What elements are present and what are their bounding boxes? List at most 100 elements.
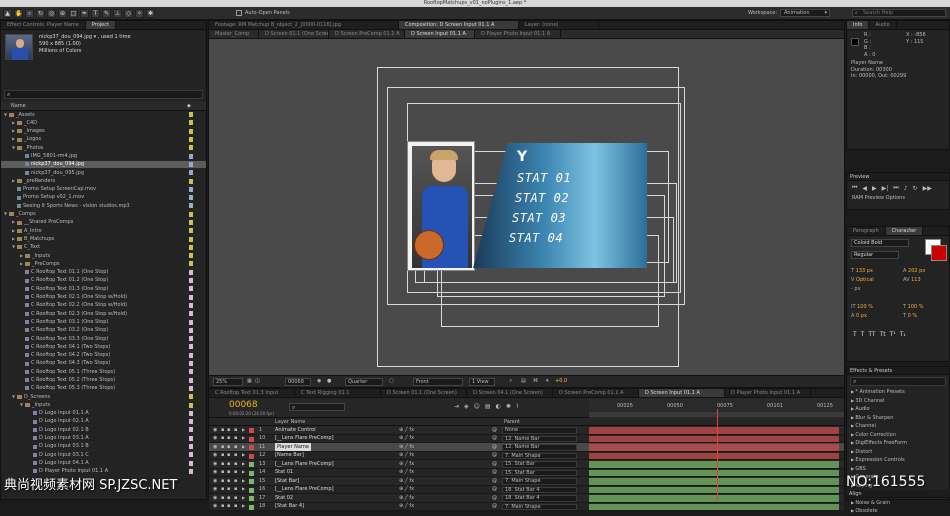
last-frame-icon[interactable]: ⏭ xyxy=(893,184,898,192)
layer-name[interactable]: [Stat Bar 4] xyxy=(275,502,304,511)
channel-icon[interactable]: ● xyxy=(327,378,331,384)
layer-name[interactable]: Stat 02 xyxy=(275,494,293,503)
layer-switches[interactable]: ⊕ ╱ fx xyxy=(399,477,414,486)
disclosure-closed-icon[interactable]: ▶ xyxy=(242,468,245,477)
audio-toggle-icon[interactable]: ▪ xyxy=(221,468,224,477)
tab-paragraph[interactable]: Paragraph xyxy=(847,227,886,235)
project-column-header[interactable]: Name ◆ xyxy=(1,102,206,111)
layer-switches[interactable]: ⊕ ╱ fx xyxy=(399,485,414,494)
effects-category[interactable]: ▶ 3D Channel xyxy=(847,397,949,406)
label-color-swatch[interactable] xyxy=(189,128,193,134)
tab-composition[interactable]: Composition: D Screen Input 01.1 A xyxy=(399,21,519,29)
label-color-swatch[interactable] xyxy=(189,120,193,126)
hand-tool-icon[interactable]: ✋ xyxy=(14,9,23,18)
selection-tool-icon[interactable]: ▲ xyxy=(3,9,12,18)
project-item[interactable]: ▼ _Comps xyxy=(1,211,206,219)
eye-icon[interactable]: ◉ xyxy=(213,477,217,486)
project-item[interactable]: ▶ __Shared PreComps xyxy=(1,219,206,228)
project-item[interactable]: D Logo Input 03.1 A xyxy=(1,435,206,443)
parent-select[interactable]: 7. Main Shape xyxy=(502,452,577,459)
layer-duration-bar[interactable] xyxy=(589,503,839,510)
label-color-swatch[interactable] xyxy=(189,344,193,350)
project-item[interactable]: Promo Setup ScreenCap.mov xyxy=(1,186,206,194)
layer-label-swatch[interactable] xyxy=(249,462,254,467)
parent-select[interactable]: 7. Main Shape xyxy=(502,503,577,510)
layer-name[interactable]: [__Lens Flare PreComp] xyxy=(275,434,334,443)
layer-label-swatch[interactable] xyxy=(249,504,254,510)
timeline-search-input[interactable]: ⌕ xyxy=(289,403,345,411)
shy-icon[interactable]: ☺ xyxy=(474,403,480,410)
eye-icon[interactable]: ◉ xyxy=(213,502,217,511)
layer-label-swatch[interactable] xyxy=(249,470,254,476)
disclosure-closed-icon[interactable]: ▶ xyxy=(242,434,245,443)
eye-icon[interactable]: ◉ xyxy=(213,494,217,503)
disclosure-closed-icon[interactable]: ▶ xyxy=(242,426,245,435)
lock-icon[interactable]: ▪ xyxy=(234,443,237,452)
project-item[interactable]: D Logo Input 02.1 B xyxy=(1,426,206,435)
faux-bold-icon[interactable]: T xyxy=(853,331,857,338)
project-item[interactable]: C Rooftop Text 03.2 (One Stop) xyxy=(1,327,206,336)
label-color-swatch[interactable] xyxy=(189,427,193,433)
pan-behind-tool-icon[interactable]: ⊕ xyxy=(58,9,67,18)
layer-switches[interactable]: ⊕ ╱ fx xyxy=(399,502,414,511)
nav-master-comp[interactable]: Master_Comp xyxy=(209,30,259,38)
grid-icon[interactable]: ▦ xyxy=(247,378,252,384)
solo-icon[interactable]: ▪ xyxy=(227,485,230,494)
project-item[interactable]: D Logo Input 03.1 C xyxy=(1,451,206,460)
layer-duration-bar[interactable] xyxy=(589,461,839,468)
eye-icon[interactable]: ◉ xyxy=(213,451,217,460)
exposure-icon[interactable]: ☀ xyxy=(545,378,549,384)
label-color-swatch[interactable] xyxy=(189,319,193,325)
effects-category[interactable]: ▶ Channel xyxy=(847,422,949,431)
font-size-value[interactable]: 133 px xyxy=(856,268,873,274)
resolution-select[interactable]: Quarter xyxy=(345,378,383,386)
layer-name[interactable]: [__Lens Flare PreComp] xyxy=(275,485,334,494)
audio-toggle-icon[interactable]: ▪ xyxy=(221,494,224,503)
pick-whip-icon[interactable]: @ xyxy=(492,477,497,486)
nav-d-screen-input[interactable]: D Screen Input 01.1 A xyxy=(405,30,475,38)
label-color-swatch[interactable] xyxy=(189,195,193,201)
audio-toggle-icon[interactable]: ▪ xyxy=(221,451,224,460)
auto-open-checkbox[interactable] xyxy=(236,10,242,16)
project-item[interactable]: C Rooftop Text 05.2 (Three Stops) xyxy=(1,377,206,385)
lock-icon[interactable]: ▪ xyxy=(234,451,237,460)
layer-name[interactable]: Player Name xyxy=(275,442,311,451)
label-color-swatch[interactable] xyxy=(189,236,193,242)
project-item[interactable]: nickp37_dou_095.jpg xyxy=(1,169,206,178)
label-color-swatch[interactable] xyxy=(189,286,193,292)
tab-layer[interactable]: Layer: (none) xyxy=(519,21,599,29)
stroke-width-value[interactable]: - px xyxy=(851,286,861,292)
eye-icon[interactable]: ◉ xyxy=(213,426,217,435)
effects-category[interactable]: ▶ Audio xyxy=(847,405,949,414)
nav-player-photo-input[interactable]: D Player Photo Input 01.1 A xyxy=(475,30,561,38)
project-item[interactable]: C Rooftop Text 03.3 (One Stop) xyxy=(1,335,206,344)
layer-duration-bar[interactable] xyxy=(589,495,839,502)
solo-icon[interactable]: ▪ xyxy=(227,477,230,486)
project-item[interactable]: C Rooftop Text 02.2 (One Stop w/Hold) xyxy=(1,302,206,311)
layer-label-swatch[interactable] xyxy=(249,496,254,501)
label-color-swatch[interactable] xyxy=(189,369,193,375)
layer-label-swatch[interactable] xyxy=(249,453,254,459)
label-color-swatch[interactable] xyxy=(189,228,193,234)
audio-toggle-icon[interactable]: ▪ xyxy=(221,460,224,469)
label-color-swatch[interactable] xyxy=(189,311,193,317)
label-color-swatch[interactable] xyxy=(189,161,193,167)
horizontal-scale-value[interactable]: 100 % xyxy=(908,304,924,310)
type-tool-icon[interactable]: T xyxy=(91,9,100,18)
effects-category[interactable]: ▶ Obsolete xyxy=(847,507,949,516)
timeline-tab[interactable]: D Screen PreComp 01.1 A xyxy=(553,389,639,397)
timeline-tab[interactable]: C Text Rigging 01.1 xyxy=(295,389,381,397)
label-color-swatch[interactable] xyxy=(189,145,193,151)
eraser-tool-icon[interactable]: ◇ xyxy=(124,9,133,18)
draft-3d-icon[interactable]: ◈ xyxy=(464,403,469,410)
layer-label-swatch[interactable] xyxy=(249,428,254,433)
project-item[interactable]: C Rooftop Text 05.1 (Three Stops) xyxy=(1,368,206,377)
tab-character[interactable]: Character xyxy=(885,227,924,235)
project-item[interactable]: C Rooftop Text 04.3 (Two Stops) xyxy=(1,360,206,369)
disclosure-closed-icon[interactable]: ▶ xyxy=(242,485,245,494)
project-item[interactable]: ▼ _Inputs xyxy=(1,401,206,410)
label-color-swatch[interactable] xyxy=(189,244,193,250)
timeline-layer-row[interactable]: ◉ ▪ ▪ ▪ ▶ 17 Stat 02 ⊕ ╱ fx @18. Stat Bar 4 xyxy=(209,494,844,503)
parent-select[interactable]: 18. Stat Bar 4 xyxy=(502,486,577,493)
first-frame-icon[interactable]: ⏮ xyxy=(852,184,857,192)
